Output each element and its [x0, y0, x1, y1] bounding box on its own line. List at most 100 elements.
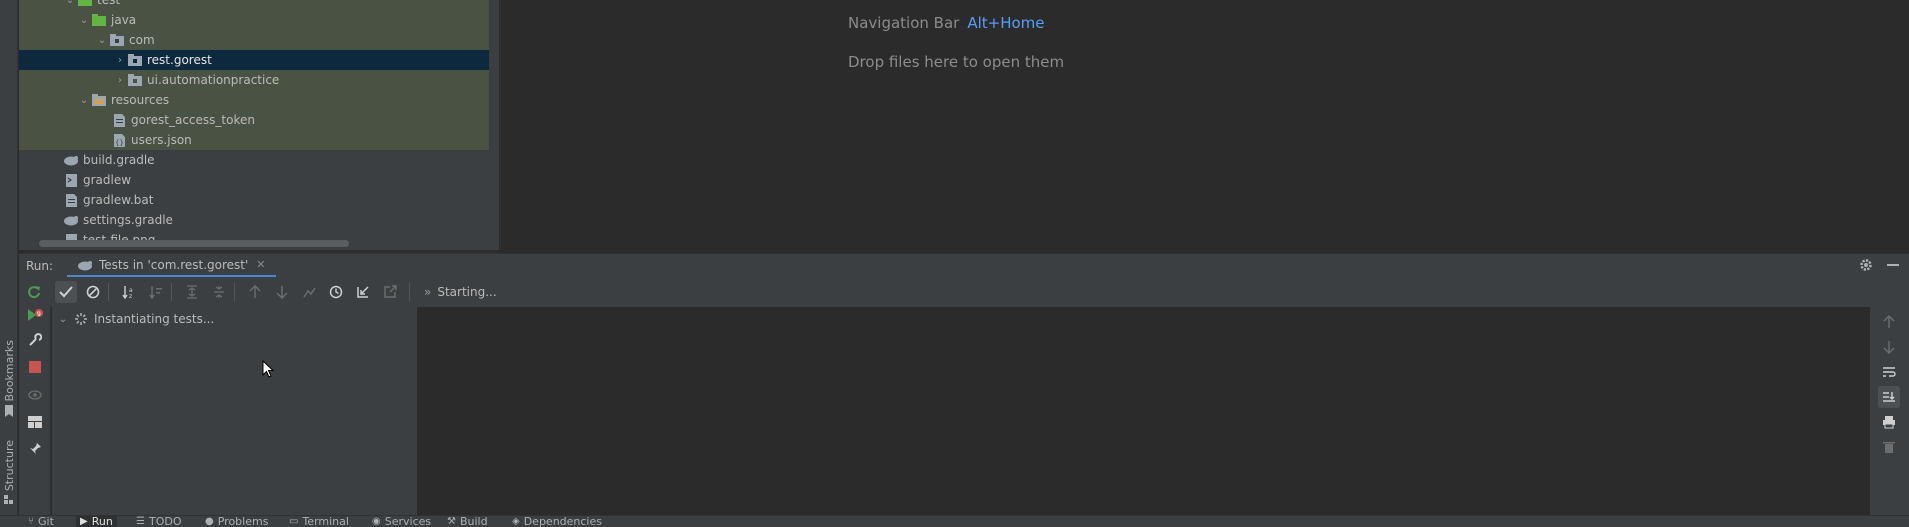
tree-item-gradlew[interactable]: gradlew — [19, 170, 489, 190]
tree-item-resources[interactable]: ⌄ resources — [19, 90, 489, 110]
layout-button[interactable] — [24, 411, 46, 433]
structure-icon — [4, 495, 13, 505]
import-tests-button[interactable] — [352, 281, 374, 303]
settings-wrench-button[interactable] — [24, 329, 46, 351]
run-console-output[interactable] — [419, 307, 1869, 515]
toolbar-separator — [171, 283, 172, 301]
next-failed-button[interactable] — [271, 281, 293, 303]
pin-tab-button[interactable] — [24, 438, 46, 460]
stop-button[interactable] — [24, 356, 46, 378]
test-tree-root[interactable]: ⌄ Instantiating tests... — [56, 309, 214, 329]
show-passed-button[interactable] — [55, 281, 77, 303]
tree-item-com[interactable]: ⌄ com — [19, 30, 489, 50]
bookmarks-tab[interactable]: Bookmarks — [0, 340, 18, 418]
git-icon: ⑂ — [28, 515, 34, 527]
arrow-down-icon — [1883, 341, 1895, 354]
bottom-tab-todo[interactable]: ☰ TODO — [136, 516, 181, 527]
bottom-tab-git[interactable]: ⑂ Git — [28, 515, 54, 527]
check-icon — [59, 286, 73, 298]
soft-wrap-button[interactable] — [1878, 361, 1900, 383]
bottom-tab-dependencies[interactable]: ◈ Dependencies — [512, 515, 602, 527]
show-ignored-button[interactable] — [82, 281, 104, 303]
scroll-down-button[interactable] — [1878, 336, 1900, 358]
bookmark-icon — [5, 405, 13, 418]
rerun-badge-count: 9 — [37, 311, 41, 318]
sort-by-duration-button[interactable] — [145, 281, 167, 303]
arrow-down-icon — [276, 286, 288, 299]
export-tests-button[interactable] — [379, 281, 401, 303]
navigation-bar-shortcut: Alt+Home — [967, 14, 1045, 32]
tree-horizontal-scrollbar[interactable] — [39, 240, 349, 247]
tree-item-rest-gorest[interactable]: › rest.gorest — [19, 50, 489, 70]
print-button[interactable] — [1878, 411, 1900, 433]
chevron-right-icon[interactable]: › — [113, 73, 127, 87]
folder-green-icon — [91, 13, 107, 27]
folder-test-icon — [77, 0, 93, 7]
bottom-tab-services[interactable]: ◉ Services — [372, 515, 432, 527]
tree-item-label: gradlew — [83, 173, 132, 187]
close-icon[interactable]: ✕ — [256, 258, 265, 271]
build-icon: ⚒ — [447, 515, 456, 527]
import-icon — [357, 286, 369, 298]
view-button[interactable] — [24, 384, 46, 406]
run-with-failures-button[interactable]: 9 — [24, 304, 46, 326]
rerun-failed-button[interactable] — [298, 281, 320, 303]
services-icon: ◉ — [372, 515, 381, 527]
bottom-tab-run[interactable]: ▶ Run — [76, 515, 117, 527]
test-history-button[interactable] — [325, 281, 347, 303]
json-file-icon: {} — [111, 133, 127, 147]
tree-item-java[interactable]: ⌄ java — [19, 10, 489, 30]
expand-all-button[interactable] — [181, 281, 203, 303]
bat-file-icon — [63, 193, 79, 207]
collapse-all-button[interactable] — [208, 281, 230, 303]
tree-item-gradlew-bat[interactable]: gradlew.bat — [19, 190, 489, 210]
chevron-down-icon[interactable]: ⌄ — [77, 93, 91, 107]
tree-item-test[interactable]: ⌄ test — [19, 0, 489, 10]
package-icon — [127, 53, 143, 67]
scroll-up-button[interactable] — [1878, 311, 1900, 333]
eye-icon — [28, 390, 42, 400]
svg-text:{}: {} — [115, 139, 124, 147]
chevron-down-icon[interactable]: ⌄ — [95, 33, 109, 47]
dependencies-icon: ◈ — [512, 515, 520, 527]
scroll-to-end-button[interactable] — [1878, 386, 1900, 408]
run-icon: 9 — [28, 309, 43, 321]
chevron-down-icon[interactable]: ⌄ — [63, 0, 77, 7]
bottom-tab-label: Terminal — [302, 515, 349, 527]
gradle-icon — [63, 213, 79, 227]
toolbar-separator — [409, 283, 410, 301]
rerun-button[interactable] — [23, 281, 45, 303]
tree-item-label: build.gradle — [83, 153, 155, 167]
package-icon — [127, 73, 143, 87]
bottom-tab-build[interactable]: ⚒ Build — [447, 515, 488, 527]
test-tree-item-label: Instantiating tests... — [94, 312, 215, 326]
tree-item-settings-gradle[interactable]: settings.gradle — [19, 210, 489, 230]
tree-item-build-gradle[interactable]: build.gradle — [19, 150, 489, 170]
chevron-down-icon[interactable]: ⌄ — [56, 314, 70, 325]
rerun-icon — [28, 286, 40, 299]
structure-tab[interactable]: Structure — [0, 440, 18, 505]
tree-item-gorest-access-token[interactable]: gorest_access_token — [19, 110, 489, 130]
bottom-tab-label: Run — [91, 515, 113, 527]
gradle-icon — [78, 260, 92, 270]
left-tool-strip: Bookmarks Structure — [0, 0, 18, 527]
bottom-tab-label: Services — [384, 515, 432, 527]
chevron-right-icon[interactable]: › — [113, 53, 127, 67]
clear-all-button[interactable] — [1878, 436, 1900, 458]
tree-item-label: resources — [111, 93, 170, 107]
sort-alphabetically-button[interactable]: az — [118, 281, 140, 303]
bottom-tab-terminal[interactable]: ▭ Terminal — [289, 515, 349, 527]
chevron-down-icon[interactable]: ⌄ — [77, 13, 91, 27]
bottom-tab-label: Build — [459, 515, 488, 527]
tree-item-users-json[interactable]: {} users.json — [19, 130, 489, 150]
test-results-tree: ⌄ Instantiating tests... — [52, 307, 418, 515]
gear-icon[interactable] — [1859, 258, 1873, 272]
tree-item-ui-automationpractice[interactable]: › ui.automationpractice — [19, 70, 489, 90]
arrow-up-icon — [1883, 315, 1895, 328]
minimize-icon[interactable] — [1887, 259, 1899, 271]
previous-failed-button[interactable] — [244, 281, 266, 303]
run-tab-tests[interactable]: Tests in 'com.rest.gorest' ✕ — [67, 254, 276, 278]
tree-item-label: gradlew.bat — [83, 193, 154, 207]
bottom-tab-problems[interactable]: ● Problems — [205, 516, 268, 527]
mouse-cursor-icon — [262, 360, 274, 378]
